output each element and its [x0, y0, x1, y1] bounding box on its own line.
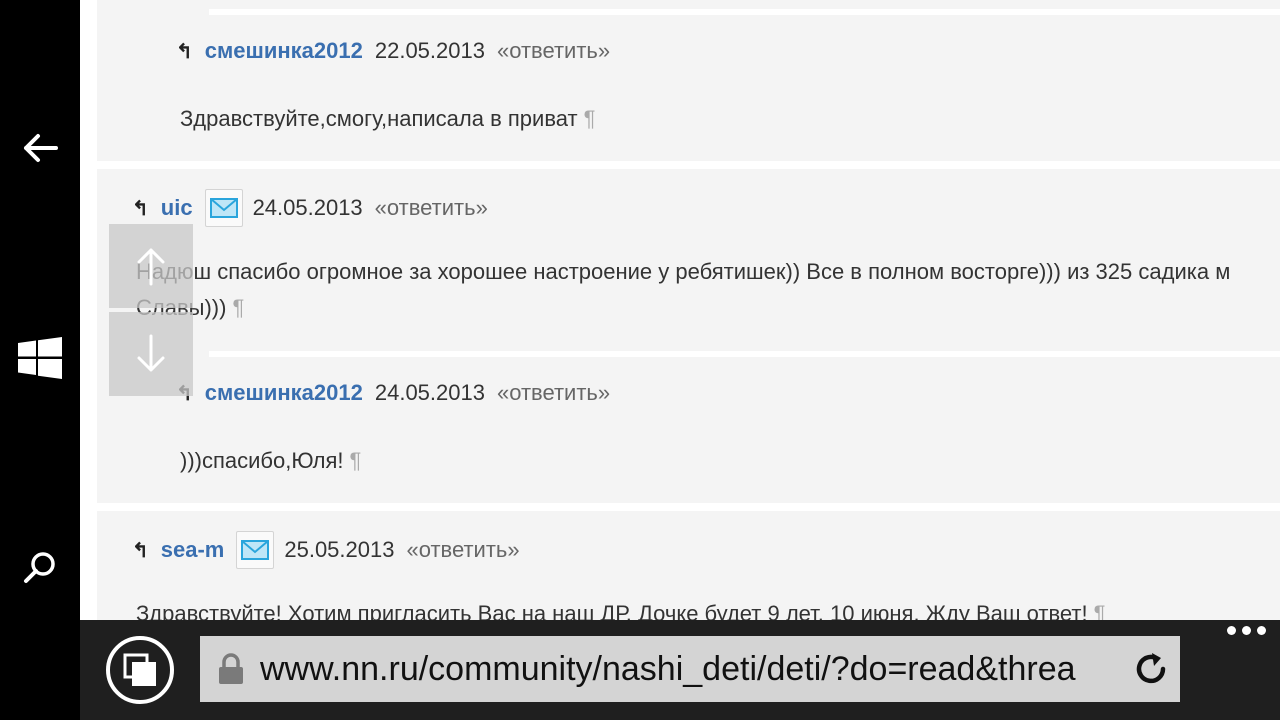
- system-nav-bar: [0, 0, 80, 720]
- comment-body-line1: Надюш спасибо огромное за хорошее настро…: [136, 259, 1231, 284]
- start-button[interactable]: [0, 318, 80, 398]
- comment-header: ↰ uic 24.05.2013 «ответить»: [132, 189, 488, 227]
- back-button[interactable]: [0, 108, 80, 188]
- web-page[interactable]: ↰ смешинка2012 22.05.2013 «ответить» Здр…: [80, 0, 1280, 620]
- permalink-pilcrow[interactable]: ¶: [232, 295, 244, 320]
- tabs-button[interactable]: [106, 636, 174, 704]
- lock-icon: [219, 653, 243, 684]
- reply-arrow-icon: ↰: [132, 197, 149, 220]
- author-link[interactable]: смешинка2012: [205, 38, 363, 64]
- reply-arrow-icon: ↰: [176, 40, 193, 63]
- author-link[interactable]: sea-m: [161, 537, 225, 563]
- browser-bottom-bar: www.nn.ru/community/nashi_deti/deti/?do=…: [80, 620, 1280, 720]
- send-message-button[interactable]: [204, 189, 243, 227]
- address-bar[interactable]: www.nn.ru/community/nashi_deti/deti/?do=…: [200, 636, 1180, 702]
- search-button[interactable]: [0, 528, 80, 608]
- comment-date: 24.05.2013: [252, 195, 363, 220]
- reply-arrow-icon: ↰: [132, 539, 149, 562]
- author-link[interactable]: смешинка2012: [205, 380, 363, 406]
- divider: [209, 9, 1280, 15]
- more-dots-icon: [1257, 626, 1266, 635]
- author-link[interactable]: uic: [161, 195, 193, 221]
- comment-body: )))спасибо,Юля!: [180, 448, 344, 473]
- comment-text: Здравствуйте,смогу,написала в приват ¶: [180, 101, 595, 137]
- comment-text: )))спасибо,Юля! ¶: [180, 443, 361, 479]
- refresh-icon[interactable]: [1134, 652, 1168, 686]
- reply-link[interactable]: «ответить»: [375, 195, 488, 221]
- comment-body: Здравствуйте,смогу,написала в приват: [180, 106, 578, 131]
- permalink-pilcrow[interactable]: ¶: [584, 106, 596, 131]
- comment-text: Надюш спасибо огромное за хорошее настро…: [136, 254, 1230, 290]
- windows-logo-icon: [18, 337, 62, 379]
- arrow-up-icon: [137, 248, 165, 286]
- comment-date: 25.05.2013: [284, 537, 395, 562]
- mail-icon: [209, 198, 238, 218]
- comment-date: 24.05.2013: [374, 380, 485, 405]
- reply-link[interactable]: «ответить»: [497, 38, 610, 64]
- comment-header: ↰ смешинка2012 24.05.2013 «ответить»: [176, 380, 610, 406]
- arrow-down-icon: [137, 334, 165, 372]
- mail-icon: [241, 540, 270, 560]
- search-icon: [24, 552, 55, 583]
- permalink-pilcrow[interactable]: ¶: [1094, 601, 1106, 620]
- divider: [209, 351, 1280, 357]
- permalink-pilcrow[interactable]: ¶: [349, 448, 361, 473]
- comment-header: ↰ sea-m 25.05.2013 «ответить»: [132, 531, 520, 569]
- send-message-button[interactable]: [236, 531, 275, 569]
- url-text[interactable]: www.nn.ru/community/nashi_deti/deti/?do=…: [260, 650, 1128, 689]
- more-dots-icon: [1242, 626, 1251, 635]
- comment-header: ↰ смешинка2012 22.05.2013 «ответить»: [176, 38, 610, 64]
- reply-link[interactable]: «ответить»: [406, 537, 519, 563]
- comment-date: 22.05.2013: [374, 38, 485, 63]
- more-dots-icon: [1227, 626, 1236, 635]
- tabs-icon: [123, 653, 156, 686]
- scroll-down-button[interactable]: [109, 312, 193, 396]
- scroll-up-button[interactable]: [109, 224, 193, 308]
- back-arrow-icon: [24, 134, 58, 162]
- reply-link[interactable]: «ответить»: [497, 380, 610, 406]
- comment-body: Здравствуйте! Хотим пригласить Вас на на…: [136, 601, 1088, 620]
- comment-text: Здравствуйте! Хотим пригласить Вас на на…: [136, 596, 1105, 620]
- more-menu-button[interactable]: [1227, 626, 1266, 635]
